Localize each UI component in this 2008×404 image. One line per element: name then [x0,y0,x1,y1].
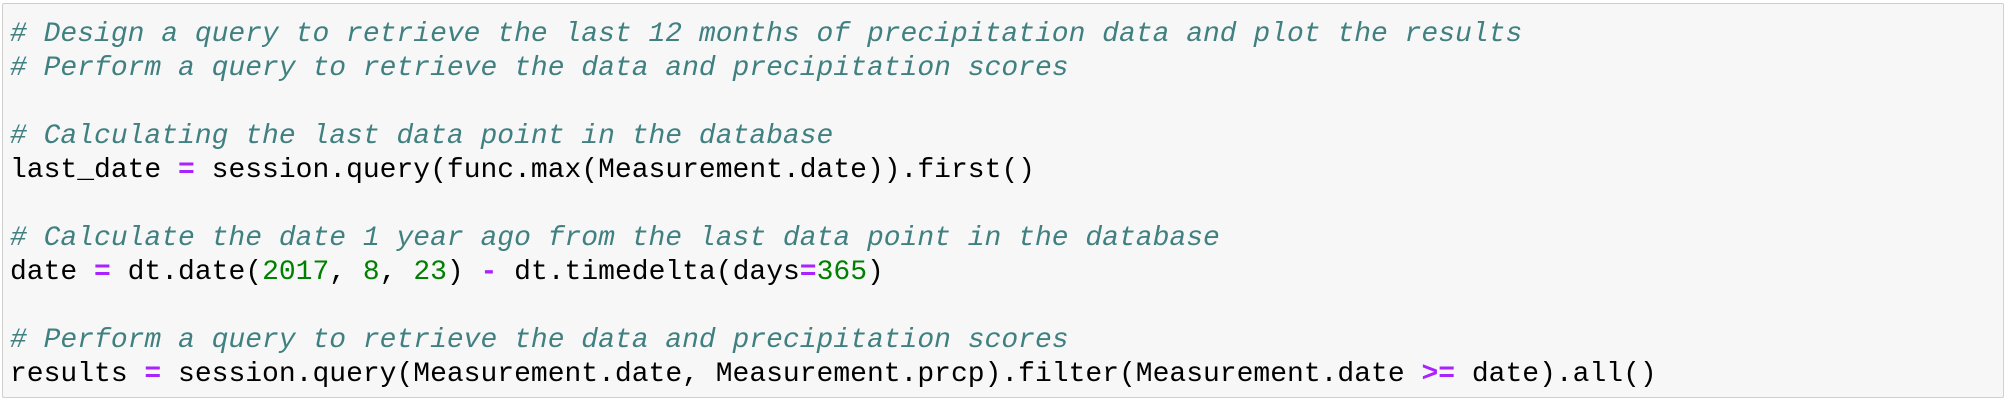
comment: # Perform a query to retrieve the data a… [10,325,1069,356]
code-line-9-blank [10,290,1657,324]
code-line-6-blank [10,188,1657,222]
code-token: results [10,359,145,390]
operator-token: = [94,257,111,288]
operator-token: = [178,155,195,186]
code-line-1: # Design a query to retrieve the last 12… [10,18,1657,52]
code-token: session.query(func.max(Measurement.date)… [194,155,1035,186]
comment: # Calculating the last data point in the… [10,121,834,152]
operator-token: = [799,257,817,288]
number-token: 23 [413,257,447,288]
code-token: dt.date( [110,257,263,288]
comment: # Perform a query to retrieve the data a… [10,53,1069,84]
number-token: 8 [362,257,380,288]
code-token: , [379,257,414,288]
code-cell[interactable]: # Design a query to retrieve the last 12… [2,3,2004,398]
code-line-10: # Perform a query to retrieve the data a… [10,324,1657,358]
code-line-2: # Perform a query to retrieve the data a… [10,52,1657,86]
code-token: ) [446,257,481,288]
number-token: 365 [816,257,868,288]
code-line-11: results = session.query(Measurement.date… [10,358,1657,392]
code-token: dt.timedelta(days [497,257,800,288]
code-token: date [10,257,95,288]
code-line-8: date = dt.date(2017, 8, 23) - dt.timedel… [10,256,1657,290]
code-token: session.query(Measurement.date, Measurem… [161,359,1422,390]
number-token: 2017 [262,257,330,288]
operator-token: - [480,257,498,288]
code-line-5: last_date = session.query(func.max(Measu… [10,154,1657,188]
code-token: last_date [10,155,179,186]
code-token: date).all() [1455,359,1657,390]
comment: # Calculate the date 1 year ago from the… [10,223,1220,254]
code-token: , [329,257,363,288]
operator-token: = [144,359,162,390]
code-line-3-blank [10,86,1657,120]
comment: # Design a query to retrieve the last 12… [10,19,1523,50]
code-line-7: # Calculate the date 1 year ago from the… [10,222,1657,256]
operator-token: >= [1421,359,1456,390]
code-token: ) [867,257,884,288]
code-editor[interactable]: # Design a query to retrieve the last 12… [10,18,1657,392]
code-line-4: # Calculating the last data point in the… [10,120,1657,154]
